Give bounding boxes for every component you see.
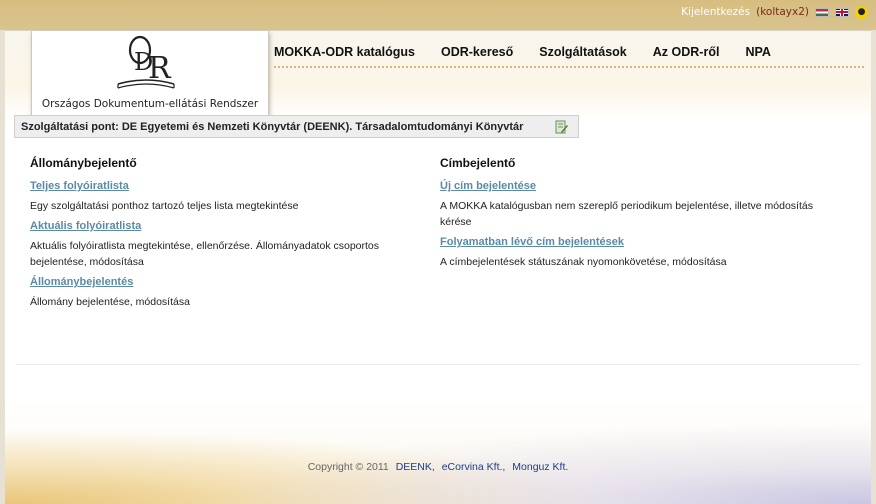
holdings-section: Állománybejelentő Teljes folyóiratlista … (30, 156, 430, 316)
edit-icon[interactable] (555, 120, 568, 134)
nav-item-az-odr-rol[interactable]: Az ODR-ről (653, 45, 720, 59)
title-report-title: Címbejelentő (440, 156, 516, 170)
top-bar: Kijelentkezés (koltayx2) ● (0, 0, 876, 30)
site-logo[interactable]: D R Országos Dokumentum-ellátási Rendsze… (31, 31, 269, 119)
nav-item-odr-kereso[interactable]: ODR-kereső (441, 45, 513, 59)
holdings-report-link[interactable]: Állománybejelentés (30, 276, 430, 288)
footer-link-deenk[interactable]: DEENK, (396, 461, 435, 473)
odr-logo-icon: D R (117, 35, 175, 89)
copyright-text: Copyright © 2011 (307, 461, 389, 473)
current-journal-list-link[interactable]: Aktuális folyóiratlista (30, 220, 430, 232)
main-nav: MOKKA-ODR katalógus ODR-kereső Szolgálta… (274, 41, 797, 63)
nav-item-mokka-odr[interactable]: MOKKA-ODR katalógus (274, 45, 415, 59)
holdings-report-desc: Állomány bejelentése, módosítása (30, 296, 190, 308)
hu-flag-icon[interactable] (815, 7, 829, 17)
nav-divider (274, 66, 864, 68)
footer: Copyright © 2011 DEENK, eCorvina Kft., M… (0, 461, 876, 473)
en-flag-icon[interactable] (835, 7, 849, 17)
content-divider (16, 364, 860, 365)
holdings-title: Állománybejelentő (30, 156, 137, 170)
title-report-section: Címbejelentő Új cím bejelentése A MOKKA … (440, 156, 840, 276)
username: (koltayx2) (756, 6, 809, 18)
user-bar: Kijelentkezés (koltayx2) ● (681, 5, 868, 19)
pending-title-reports-desc: A címbejelentések státuszának nyomonköve… (440, 256, 727, 268)
service-point-bar: Szolgáltatási pont: DE Egyetemi és Nemze… (14, 115, 579, 138)
new-title-report-desc: A MOKKA katalógusban nem szereplő period… (440, 200, 813, 228)
logout-link[interactable]: Kijelentkezés (681, 6, 750, 18)
nav-item-szolgaltatasok[interactable]: Szolgáltatások (539, 45, 627, 59)
footer-background (5, 400, 871, 504)
accessibility-icon[interactable]: ● (855, 5, 868, 19)
footer-link-ecorvina[interactable]: eCorvina Kft., (442, 461, 506, 473)
service-point-text: Szolgáltatási pont: DE Egyetemi és Nemze… (21, 120, 524, 133)
full-journal-list-desc: Egy szolgáltatási ponthoz tartozó teljes… (30, 200, 299, 212)
nav-item-npa[interactable]: NPA (745, 45, 770, 59)
footer-link-monguz[interactable]: Monguz Kft. (512, 461, 568, 473)
pending-title-reports-link[interactable]: Folyamatban lévő cím bejelentések (440, 236, 840, 248)
new-title-report-link[interactable]: Új cím bejelentése (440, 180, 840, 192)
full-journal-list-link[interactable]: Teljes folyóiratlista (30, 180, 430, 192)
frame-right (871, 30, 876, 504)
logo-caption: Országos Dokumentum-ellátási Rendszer (41, 98, 259, 110)
current-journal-list-desc: Aktuális folyóiratlista megtekintése, el… (30, 240, 380, 268)
